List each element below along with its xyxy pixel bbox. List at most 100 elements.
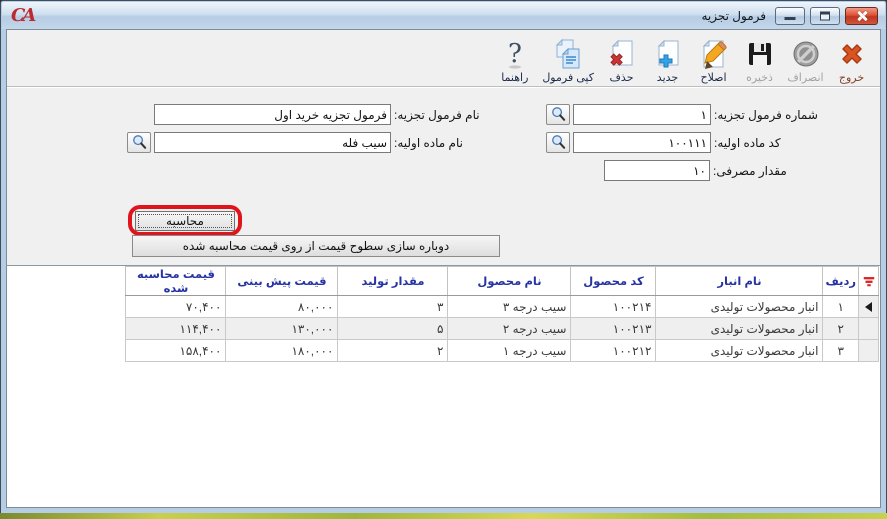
maximize-button[interactable] [810, 7, 840, 25]
cell-predicted-price[interactable]: ۱۳۰,۰۰۰ [226, 318, 338, 340]
column-header-warehouse[interactable]: نام انبار [656, 267, 823, 296]
exit-label: خروج [839, 71, 864, 84]
table-row[interactable]: ۲ انبار محصولات تولیدی ۱۰۰۲۱۳ سیب درجه ۲… [126, 318, 879, 340]
edit-button[interactable]: اصلاح [691, 37, 736, 85]
results-grid-panel: ردیف نام انبار کد محصول نام محصول مقدار … [7, 265, 880, 507]
column-header-product-name[interactable]: نام محصول [448, 267, 571, 296]
help-button[interactable]: ? راهنما [492, 37, 537, 85]
calculate-button[interactable]: محاسبه [135, 211, 235, 231]
new-label: جدید [657, 71, 678, 84]
cell-product-code[interactable]: ۱۰۰۲۱۳ [571, 318, 656, 340]
formula-number-input[interactable] [573, 104, 711, 125]
cell-calculated-price[interactable]: ۱۵۸,۴۰۰ [126, 340, 226, 362]
column-header-row-no[interactable]: ردیف [823, 267, 859, 296]
search-icon [131, 134, 148, 151]
header-row: ردیف نام انبار کد محصول نام محصول مقدار … [126, 267, 879, 296]
cell-warehouse[interactable]: انبار محصولات تولیدی [656, 296, 823, 318]
cell-calculated-price[interactable]: ۱۱۴,۴۰۰ [126, 318, 226, 340]
cell-warehouse[interactable]: انبار محصولات تولیدی [656, 340, 823, 362]
formula-number-search-button[interactable] [546, 104, 570, 125]
search-icon [550, 106, 567, 123]
cell-product-name[interactable]: سیب درجه ۱ [448, 340, 571, 362]
consumption-input[interactable] [604, 160, 710, 181]
exit-icon [836, 38, 868, 70]
row-indicator-cell[interactable] [859, 340, 879, 362]
cancel-icon [790, 38, 822, 70]
material-name-search-button[interactable] [127, 132, 151, 153]
cell-quantity[interactable]: ۲ [338, 340, 448, 362]
cell-predicted-price[interactable]: ۱۸۰,۰۰۰ [226, 340, 338, 362]
exit-button[interactable]: خروج [829, 37, 874, 85]
titlebar: فرمول تجزیه CA [2, 2, 885, 29]
formula-number-field: شماره فرمول تجزیه: [546, 104, 820, 125]
cell-warehouse[interactable]: انبار محصولات تولیدی [656, 318, 823, 340]
app-logo: CA [11, 5, 33, 26]
copy-formula-icon [552, 38, 584, 70]
maximize-icon [820, 11, 830, 20]
cell-quantity[interactable]: ۵ [338, 318, 448, 340]
cell-quantity[interactable]: ۳ [338, 296, 448, 318]
window-title: فرمول تجزیه [701, 9, 766, 23]
formula-number-label: شماره فرمول تجزیه: [714, 108, 820, 122]
material-name-input[interactable] [154, 132, 391, 153]
cell-product-name[interactable]: سیب درجه ۲ [448, 318, 571, 340]
formula-name-input[interactable] [154, 104, 391, 125]
material-code-label: کد ماده اولیه: [714, 136, 783, 150]
consumption-label: مقدار مصرفی: [713, 164, 789, 178]
row-indicator-cell[interactable] [859, 318, 879, 340]
cell-predicted-price[interactable]: ۸۰,۰۰۰ [226, 296, 338, 318]
edit-icon [698, 38, 730, 70]
form-area: شماره فرمول تجزیه: نام فرمول تجزیه: کد م… [7, 87, 880, 265]
current-row-marker-icon [865, 302, 872, 312]
delete-label: حذف [610, 71, 634, 84]
filter-icon [862, 274, 876, 288]
cancel-label: انصراف [787, 71, 823, 84]
save-label: ذخیره [746, 71, 773, 84]
cancel-button[interactable]: انصراف [783, 37, 828, 85]
cell-row-no[interactable]: ۱ [823, 296, 859, 318]
save-button[interactable]: ذخیره [737, 37, 782, 85]
cell-product-name[interactable]: سیب درجه ۳ [448, 296, 571, 318]
row-indicator-cell[interactable] [859, 296, 879, 318]
minimize-button[interactable] [775, 7, 805, 25]
formula-name-label: نام فرمول تجزیه: [394, 108, 482, 122]
cell-row-no[interactable]: ۲ [823, 318, 859, 340]
help-label: راهنما [501, 71, 528, 84]
column-header-predicted-price[interactable]: قیمت پیش بینی [226, 267, 338, 296]
save-icon [744, 38, 776, 70]
cell-calculated-price[interactable]: ۷۰,۴۰۰ [126, 296, 226, 318]
material-code-input[interactable] [573, 132, 711, 153]
cell-product-code[interactable]: ۱۰۰۲۱۲ [571, 340, 656, 362]
column-header-product-code[interactable]: کد محصول [571, 267, 656, 296]
material-code-field: کد ماده اولیه: [546, 132, 783, 153]
table-row[interactable]: ۳ انبار محصولات تولیدی ۱۰۰۲۱۲ سیب درجه ۱… [126, 340, 879, 362]
copy-formula-button[interactable]: کپی فرمول [538, 37, 598, 85]
new-button[interactable]: جدید [645, 37, 690, 85]
svg-text:?: ? [508, 39, 522, 69]
table-row[interactable]: ۱ انبار محصولات تولیدی ۱۰۰۲۱۴ سیب درجه ۳… [126, 296, 879, 318]
column-header-quantity[interactable]: مقدار تولید [338, 267, 448, 296]
new-icon [652, 38, 684, 70]
consumption-field: مقدار مصرفی: [604, 160, 789, 181]
close-button[interactable] [845, 7, 878, 25]
grid-corner-cell[interactable] [859, 267, 879, 296]
app-window: فرمول تجزیه CA خروج انصراف [0, 0, 887, 514]
material-code-search-button[interactable] [546, 132, 570, 153]
material-name-field: نام ماده اولیه: [127, 132, 465, 153]
delete-icon [606, 38, 638, 70]
close-icon [856, 10, 868, 22]
edit-label: اصلاح [700, 71, 726, 84]
delete-button[interactable]: حذف [599, 37, 644, 85]
rebuild-prices-button[interactable]: دوباره سازی سطوح قیمت از روی قیمت محاسبه… [132, 235, 500, 257]
formula-name-field: نام فرمول تجزیه: [154, 104, 482, 125]
search-icon [550, 134, 567, 151]
cell-product-code[interactable]: ۱۰۰۲۱۴ [571, 296, 656, 318]
client-area: خروج انصراف ذخیره [6, 29, 881, 508]
help-icon: ? [499, 38, 531, 70]
cell-row-no[interactable]: ۳ [823, 340, 859, 362]
toolbar: خروج انصراف ذخیره [7, 30, 880, 87]
column-header-calculated-price[interactable]: قیمت محاسبه شده [126, 267, 226, 296]
minimize-icon [785, 17, 796, 20]
desktop-background [0, 513, 887, 519]
results-table: ردیف نام انبار کد محصول نام محصول مقدار … [125, 266, 879, 362]
